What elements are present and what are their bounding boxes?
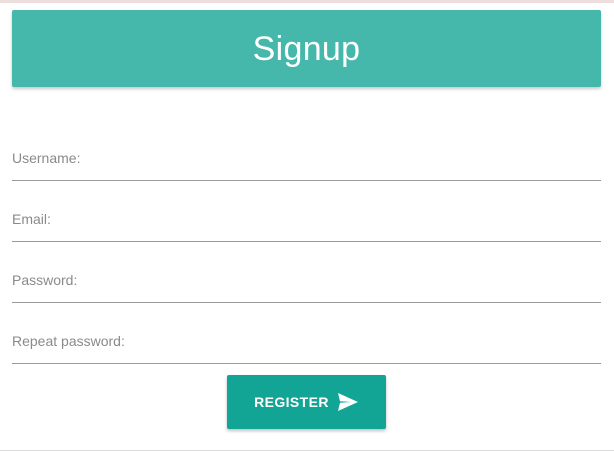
password-input[interactable] [12, 263, 601, 302]
send-icon [337, 392, 359, 412]
signup-page: Signup Username: Email: Password: Repeat… [0, 0, 614, 451]
repeat-password-input[interactable] [12, 324, 601, 363]
username-field: Username: [12, 141, 601, 181]
page-header: Signup [12, 10, 601, 87]
register-button[interactable]: REGISTER [227, 375, 386, 429]
repeat-password-field: Repeat password: [12, 324, 601, 364]
password-field: Password: [12, 263, 601, 303]
email-input[interactable] [12, 202, 601, 241]
page-title: Signup [252, 29, 361, 68]
email-field: Email: [12, 202, 601, 242]
register-button-label: REGISTER [254, 394, 329, 410]
username-input[interactable] [12, 141, 601, 180]
